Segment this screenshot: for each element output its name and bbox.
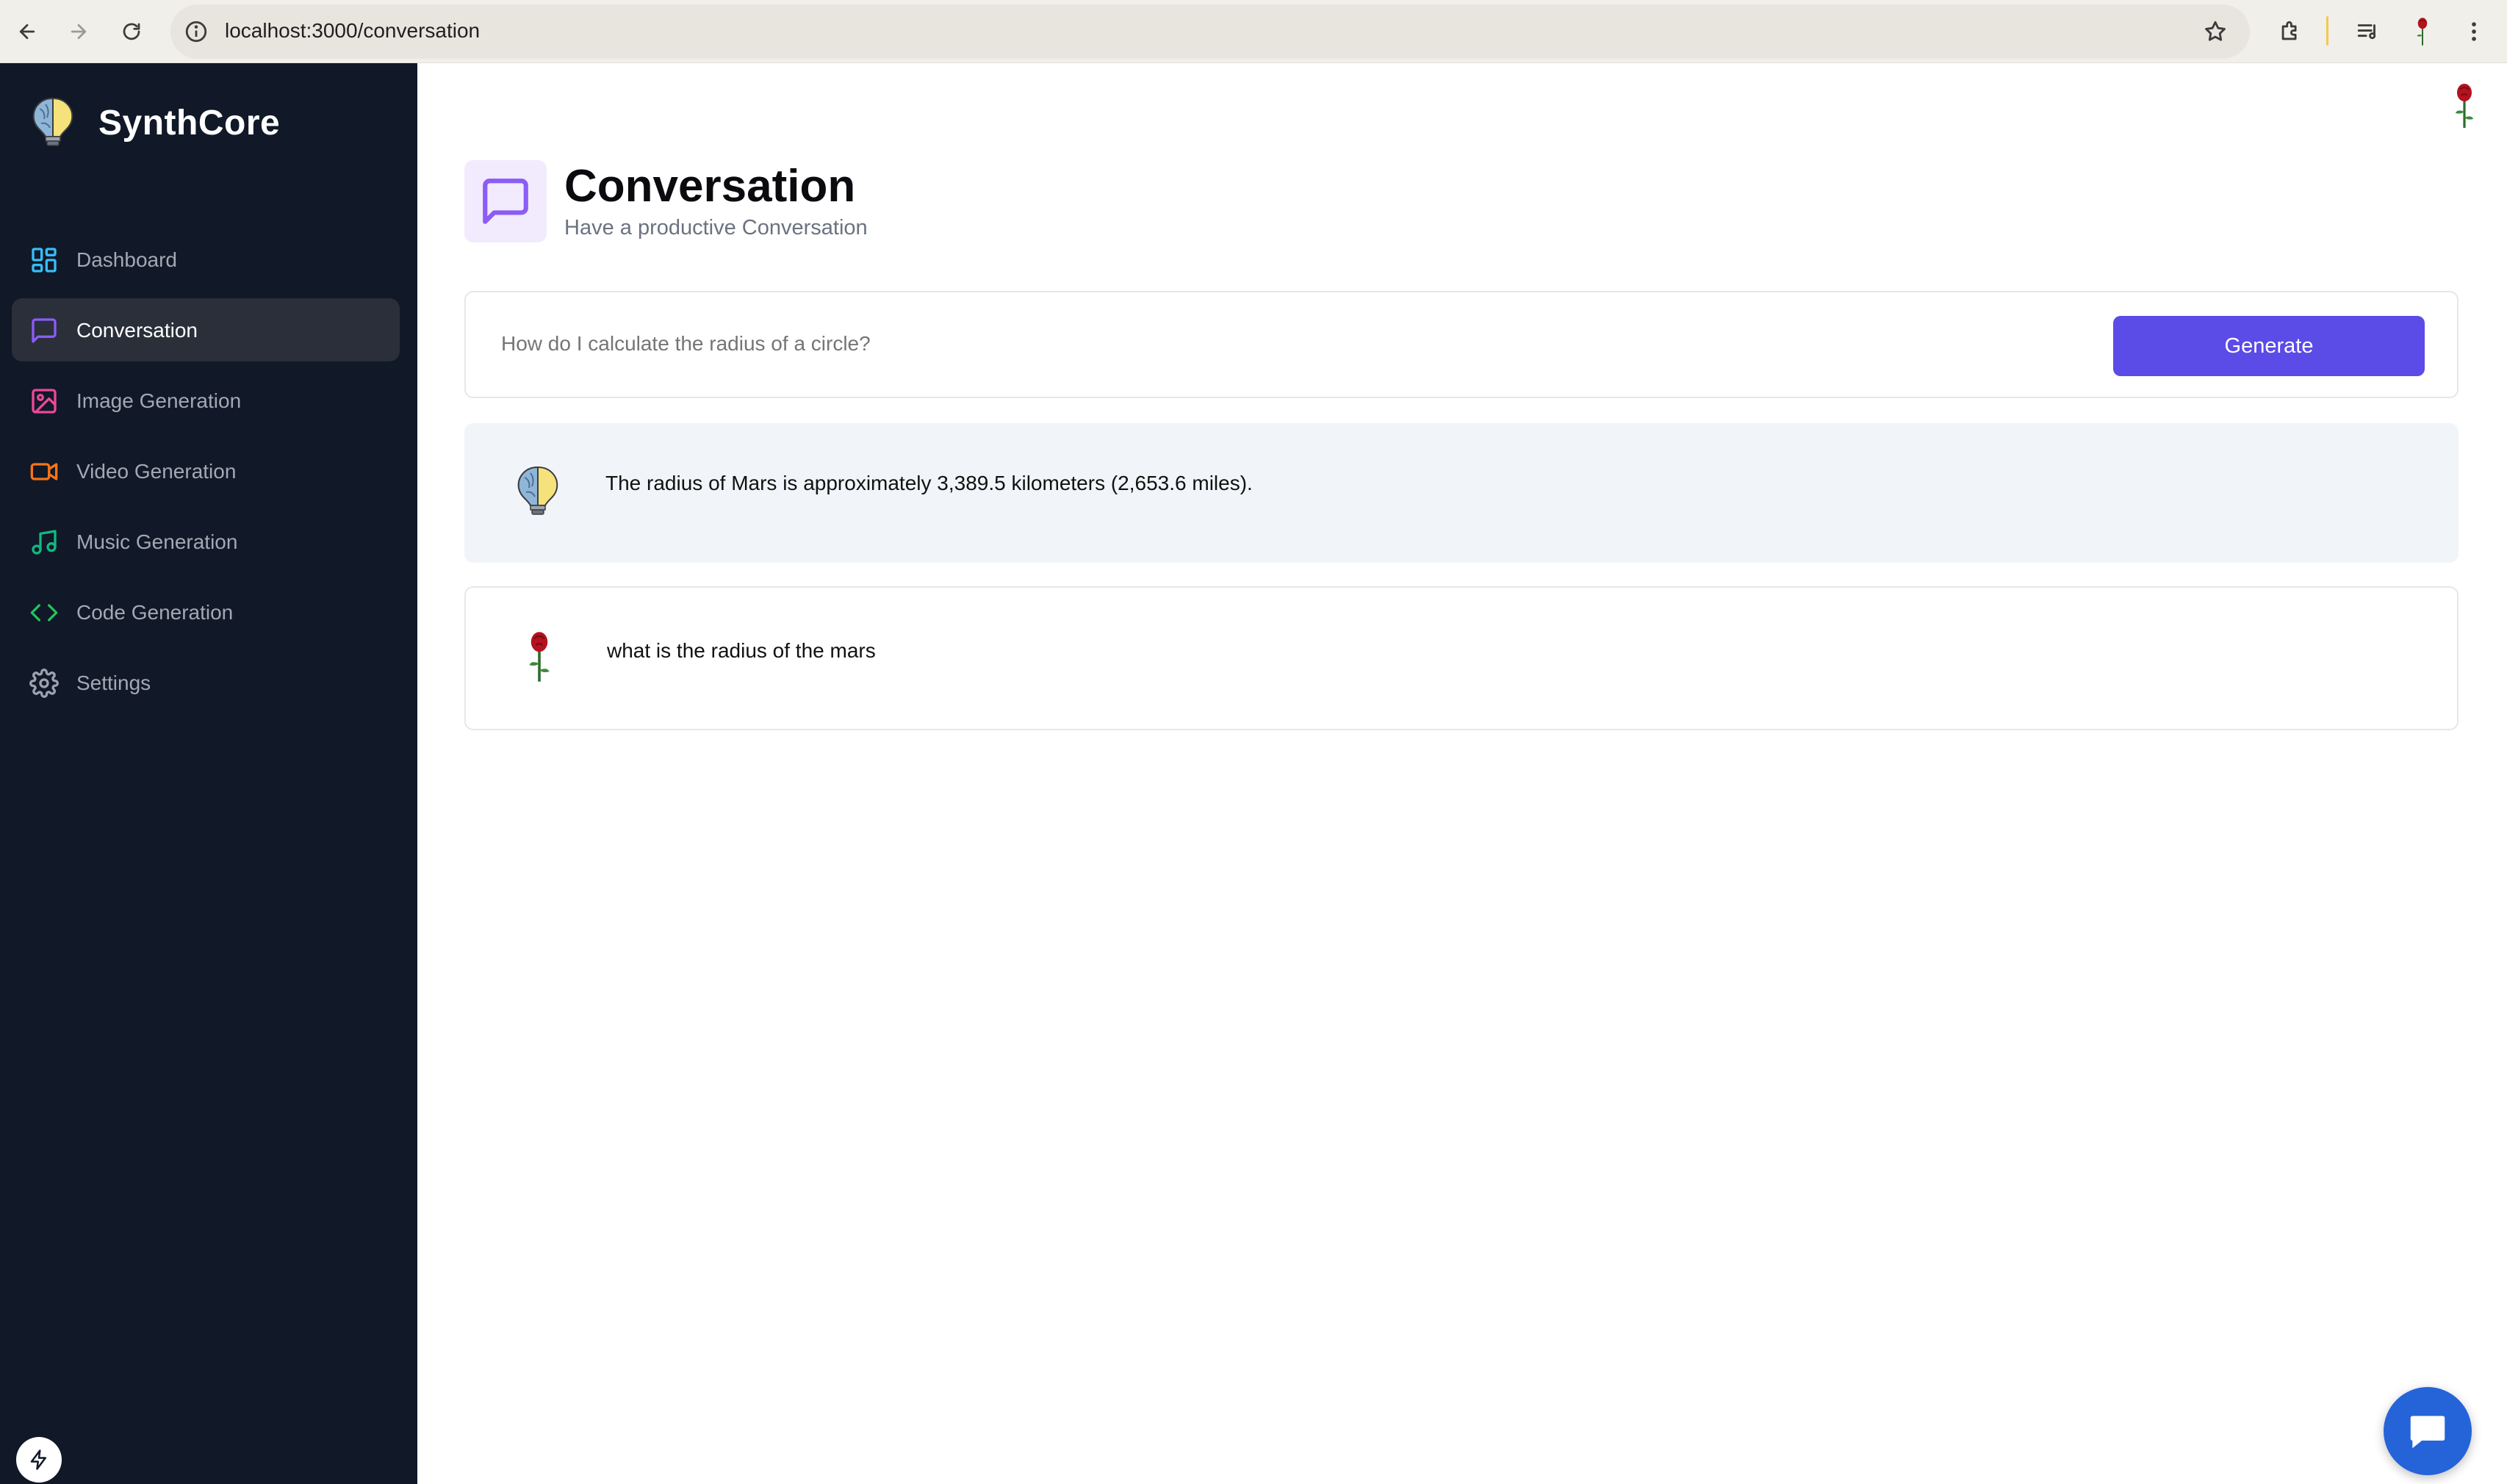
sidebar-item-music-generation[interactable]: Music Generation (12, 510, 400, 573)
sidebar-item-label: Code Generation (76, 601, 234, 624)
music-icon (32, 530, 57, 555)
message-square-icon (32, 318, 57, 343)
sidebar-item-conversation[interactable]: Conversation (12, 298, 400, 361)
settings-icon (29, 669, 59, 698)
back-button[interactable] (6, 10, 48, 53)
address-bar[interactable] (170, 4, 2250, 59)
puzzle-icon (2281, 21, 2297, 40)
prompt-form: Generate (464, 291, 2459, 398)
extensions-button[interactable] (2269, 10, 2312, 53)
sidebar-item-label: Image Generation (76, 389, 242, 412)
support-chat-button[interactable] (2384, 1387, 2472, 1475)
brand-name[interactable]: SynthCore (98, 101, 280, 145)
rose-avatar-icon (2417, 18, 2428, 46)
lightning-icon (30, 1449, 46, 1470)
sidebar-item-video-generation[interactable]: Video Generation (12, 439, 400, 503)
media-control-button[interactable] (2347, 10, 2389, 53)
lightbulb-logo-icon (32, 97, 73, 146)
site-info-icon[interactable] (184, 19, 209, 44)
browser-toolbar: localhost:3000/conversation (0, 0, 2507, 63)
toolbar-divider (2326, 16, 2328, 46)
dev-tools-button[interactable] (16, 1437, 62, 1483)
forward-button[interactable] (57, 10, 100, 53)
media-playlist-icon (2357, 24, 2376, 40)
bot-message: The radius of Mars is approximately 3,38… (464, 423, 2459, 563)
arrow-right-icon (71, 24, 87, 40)
sidebar-item-label: Dashboard (76, 248, 177, 271)
sidebar-item-label: Video Generation (76, 460, 237, 483)
user-avatar[interactable] (2444, 82, 2485, 129)
browser-menu-button[interactable] (2453, 10, 2495, 53)
sidebar-item-code-generation[interactable]: Code Generation (12, 580, 400, 644)
user-message: what is the radius of the mars (464, 586, 2459, 730)
arrow-left-icon (19, 24, 35, 40)
page-icon-box (464, 160, 547, 242)
image-icon (32, 389, 57, 414)
sidebar-item-label: Music Generation (76, 530, 238, 553)
prompt-input[interactable] (501, 328, 2118, 360)
sidebar: SynthCore Dashboard Conversation Image G… (0, 63, 417, 1484)
generate-button[interactable]: Generate (2113, 316, 2425, 376)
page-title: Conversation (564, 161, 856, 212)
video-icon (30, 463, 58, 480)
reload-button[interactable] (110, 10, 153, 53)
code-icon (30, 604, 58, 622)
more-vertical-icon (2472, 22, 2476, 41)
user-message-text: what is the radius of the mars (607, 639, 876, 662)
bot-message-text: The radius of Mars is approximately 3,38… (605, 472, 1253, 494)
url-text[interactable]: localhost:3000/conversation (225, 16, 480, 46)
sidebar-item-image-generation[interactable]: Image Generation (12, 369, 400, 432)
message-square-icon (483, 179, 528, 224)
lightbulb-logo-icon (517, 466, 558, 515)
bookmark-star-icon[interactable] (2203, 19, 2228, 44)
sidebar-item-settings[interactable]: Settings (12, 651, 400, 714)
chat-bubble-icon (2410, 1416, 2445, 1449)
reload-icon (123, 23, 140, 40)
page-subtitle: Have a productive Conversation (564, 216, 868, 239)
sidebar-item-dashboard[interactable]: Dashboard (12, 228, 400, 291)
dashboard-icon (32, 248, 57, 273)
rose-avatar-icon (529, 632, 550, 682)
sidebar-item-label: Settings (76, 671, 151, 694)
profile-button[interactable] (2401, 10, 2444, 53)
sidebar-item-label: Conversation (76, 319, 198, 342)
